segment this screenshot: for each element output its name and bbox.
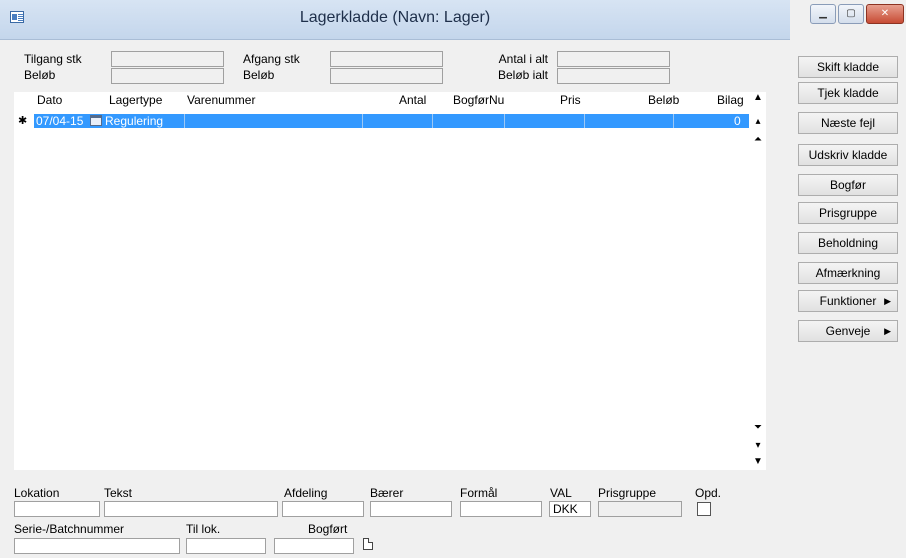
cell-lagertype[interactable]: Regulering [105, 114, 163, 128]
afmaerkning-button[interactable]: Afmærkning [798, 262, 898, 284]
label-serie-batch: Serie-/Batchnummer [14, 522, 125, 536]
antal-i-alt-field [557, 51, 670, 67]
label-prisgruppe: Prisgruppe [598, 486, 657, 500]
scroll-top-icon[interactable]: ⏶ [750, 134, 766, 146]
table-row[interactable]: 07/04-15 Regulering 0 [34, 114, 749, 128]
label-belob-1: Beløb [24, 68, 56, 82]
side-panel: ▁ ▢ ✕ Skift kladde Tjek kladde Næste fej… [790, 0, 906, 558]
label-belob-ialt: Beløb ialt [497, 68, 548, 82]
window-controls: ▁ ▢ ✕ [800, 4, 904, 24]
val-input[interactable]: DKK [549, 501, 591, 517]
cell-dato[interactable]: 07/04-15 [36, 114, 83, 128]
scroll-up-icon[interactable]: ▲ [750, 92, 766, 104]
label-afdeling: Afdeling [284, 486, 328, 500]
tilgang-stk-field [111, 51, 224, 67]
prisgruppe-button[interactable]: Prisgruppe [798, 202, 898, 224]
serie-batch-input[interactable] [14, 538, 180, 554]
col-antal[interactable]: Antal [399, 93, 426, 107]
label-lokation: Lokation [14, 486, 60, 500]
udskriv-kladde-button[interactable]: Udskriv kladde [798, 144, 898, 166]
close-icon[interactable]: ✕ [866, 4, 904, 24]
label-belob-2: Beløb [243, 68, 275, 82]
scroll-down-icon[interactable]: ▼ [750, 456, 766, 468]
maximize-icon[interactable]: ▢ [838, 4, 864, 24]
label-val: VAL [550, 486, 572, 500]
tilgang-belob-field [111, 68, 224, 84]
grid-header: Dato Lagertype Varenummer Antal BogførNu… [14, 92, 749, 107]
journal-grid[interactable]: Dato Lagertype Varenummer Antal BogførNu… [14, 92, 766, 470]
tjek-kladde-button[interactable]: Tjek kladde [798, 82, 898, 104]
afdeling-input[interactable] [282, 501, 364, 517]
afgang-stk-field [330, 51, 443, 67]
afgang-belob-field [330, 68, 443, 84]
new-row-marker: ✱ [18, 115, 28, 127]
belob-ialt-field [557, 68, 670, 84]
funktioner-label: Funktioner [819, 294, 877, 308]
chevron-right-icon: ▶ [884, 326, 891, 336]
bogfort-field [274, 538, 354, 554]
window-title: Lagerkladde (Navn: Lager) [299, 9, 491, 26]
cell-bilag[interactable]: 0 [734, 114, 741, 128]
scroll-bottom-icon[interactable]: ⏷ [750, 422, 766, 434]
skift-kladde-button[interactable]: Skift kladde [798, 56, 898, 78]
scroll-page-down-icon[interactable]: ▾ [750, 440, 766, 452]
bogfor-button[interactable]: Bogfør [798, 174, 898, 196]
prisgruppe-field [598, 501, 682, 517]
genveje-menu-button[interactable]: Genveje ▶ [798, 320, 898, 342]
baerer-input[interactable] [370, 501, 452, 517]
label-antal-i-alt: Antal i alt [498, 52, 548, 66]
beholdning-button[interactable]: Beholdning [798, 232, 898, 254]
lokation-input[interactable] [14, 501, 100, 517]
scroll-page-up-icon[interactable]: ▴ [750, 116, 766, 128]
til-lok-input[interactable] [186, 538, 266, 554]
genveje-label: Genveje [825, 324, 871, 338]
opd-checkbox[interactable] [697, 502, 711, 516]
tekst-input[interactable] [104, 501, 278, 517]
label-tilgang-stk: Tilgang stk [24, 52, 82, 66]
col-dato[interactable]: Dato [37, 93, 62, 107]
label-tekst: Tekst [104, 486, 133, 500]
col-varenummer[interactable]: Varenummer [187, 93, 255, 107]
col-pris[interactable]: Pris [560, 93, 581, 107]
col-lagertype[interactable]: Lagertype [109, 93, 162, 107]
funktioner-menu-button[interactable]: Funktioner ▶ [798, 290, 898, 312]
title-bar: Lagerkladde (Navn: Lager) [0, 0, 790, 40]
label-baerer: Bærer [370, 486, 404, 500]
label-opd: Opd. [695, 486, 722, 500]
label-afgang-stk: Afgang stk [243, 52, 300, 66]
formal-input[interactable] [460, 501, 542, 517]
calendar-icon[interactable] [90, 115, 102, 126]
label-bogfort: Bogført [308, 522, 348, 536]
col-bilag[interactable]: Bilag [717, 93, 744, 107]
naeste-fejl-button[interactable]: Næste fejl [798, 112, 898, 134]
minimize-icon[interactable]: ▁ [810, 4, 836, 24]
label-til-lok: Til lok. [186, 522, 221, 536]
journal-window: Lagerkladde (Navn: Lager) Tilgang stk Be… [0, 0, 790, 558]
grid-scrollbar[interactable]: ▲ ▴ ⏶ ⏷ ▾ ▼ [750, 92, 766, 470]
col-bogfornu[interactable]: BogførNu [453, 93, 504, 107]
label-formal: Formål [460, 486, 498, 500]
chevron-right-icon: ▶ [884, 296, 891, 306]
col-belob[interactable]: Beløb [648, 93, 679, 107]
attachment-icon[interactable] [363, 538, 373, 550]
